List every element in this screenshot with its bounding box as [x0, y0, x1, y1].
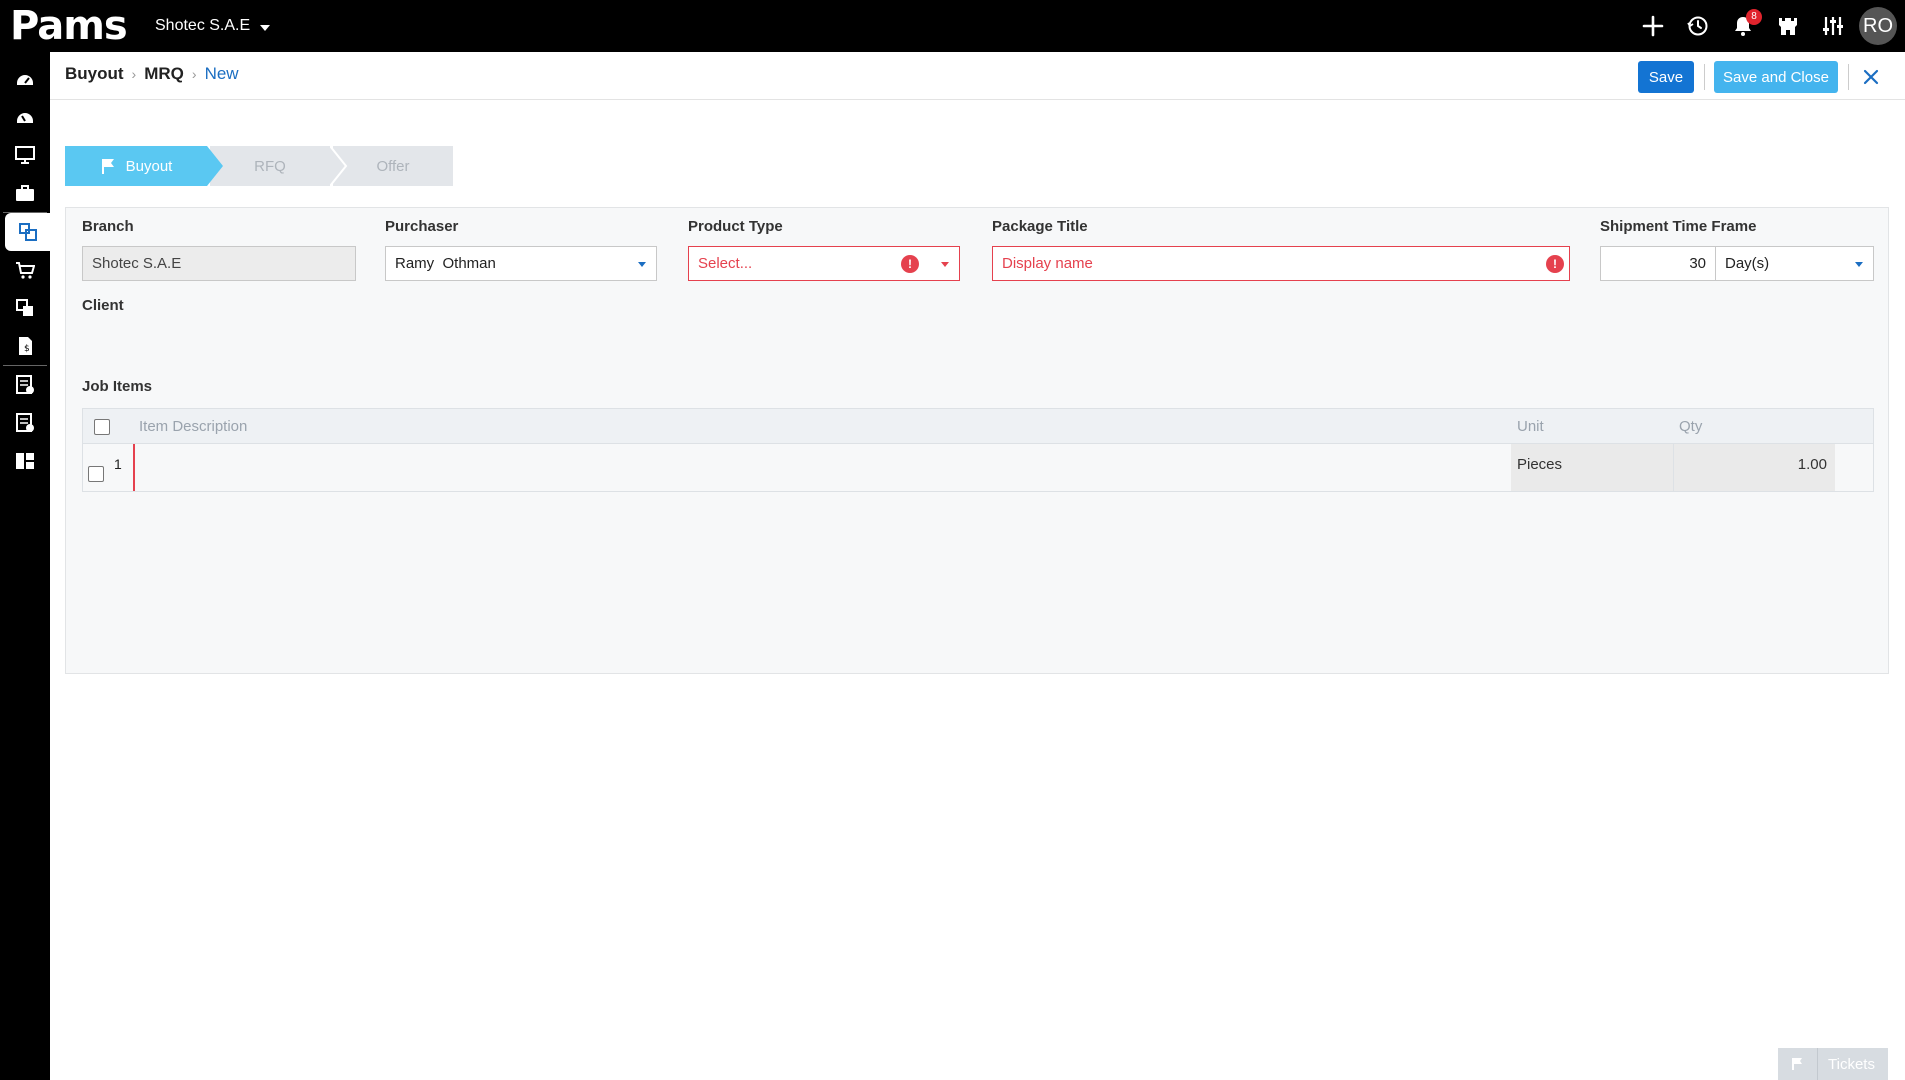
tickets-label: Tickets	[1828, 1055, 1875, 1073]
dashboard-icon[interactable]	[0, 60, 50, 98]
chevron-down-icon	[260, 25, 271, 31]
shipment-unit-select[interactable]: Day(s)	[1715, 246, 1874, 281]
row-index: 1	[114, 456, 122, 472]
plus-icon[interactable]	[1630, 0, 1675, 52]
chevron-down-icon	[941, 262, 949, 267]
flag-icon	[1778, 1048, 1818, 1080]
package-title-input[interactable]: Display name !	[992, 246, 1570, 281]
breadcrumb: Buyout › MRQ › New	[65, 64, 239, 84]
breadcrumb-current: New	[204, 64, 239, 83]
error-icon: !	[1546, 255, 1564, 273]
gauge-icon[interactable]	[0, 98, 50, 136]
step-rfq[interactable]: RFQ	[210, 146, 330, 186]
branch-field: Shotec S.A.E	[82, 246, 356, 281]
product-type-placeholder: Select...	[698, 255, 753, 272]
product-type-select[interactable]: Select... !	[688, 246, 960, 281]
step-offer[interactable]: Offer	[333, 146, 453, 186]
bell-icon[interactable]: 8	[1720, 0, 1765, 52]
unit-cell[interactable]: Pieces	[1511, 444, 1673, 491]
shipment-duration-input[interactable]: 30	[1600, 246, 1716, 281]
header-divider	[1704, 64, 1705, 90]
step-label: Buyout	[125, 157, 173, 175]
chevron-down-icon	[638, 262, 646, 267]
package-title-placeholder: Display name	[1002, 255, 1093, 272]
branch-label: Branch	[82, 218, 134, 235]
column-qty: Qty	[1679, 418, 1703, 435]
purchaser-label: Purchaser	[385, 218, 459, 235]
app-logo-text: Pams	[10, 3, 128, 49]
top-bar: Pams Shotec S.A.E 8 RO	[0, 0, 1905, 52]
report-icon[interactable]	[0, 404, 50, 442]
cart-icon[interactable]	[0, 251, 50, 289]
avatar-initials: RO	[1863, 14, 1893, 37]
column-item-description: Item Description	[139, 418, 248, 435]
purchaser-value: Ramy Othman	[395, 255, 496, 272]
step-arrow	[207, 146, 223, 186]
sliders-icon[interactable]	[1810, 0, 1855, 52]
job-items-table: Item Description Unit Qty 1 Pieces 1.00	[82, 408, 1874, 492]
error-icon: !	[901, 255, 919, 273]
shipment-duration-value: 30	[1689, 255, 1706, 272]
close-icon[interactable]	[1858, 64, 1884, 90]
qty-cell[interactable]: 1.00	[1673, 444, 1835, 491]
buyout-icon[interactable]	[5, 213, 50, 251]
product-type-label: Product Type	[688, 218, 783, 235]
avatar[interactable]: RO	[1859, 7, 1897, 45]
column-unit: Unit	[1517, 418, 1544, 435]
purchaser-select[interactable]: Ramy Othman	[385, 246, 657, 281]
mrq-form: Branch Shotec S.A.E Purchaser Ramy Othma…	[65, 207, 1889, 674]
step-label: Offer	[376, 157, 410, 175]
notification-badge: 8	[1746, 9, 1762, 25]
documents-icon[interactable]	[0, 289, 50, 327]
castle-icon[interactable]	[1765, 0, 1810, 52]
chevron-down-icon	[1855, 262, 1863, 267]
company-name: Shotec S.A.E	[155, 17, 251, 34]
history-icon[interactable]	[1675, 0, 1720, 52]
client-label: Client	[82, 297, 124, 314]
item-description-cell[interactable]	[135, 444, 1511, 491]
job-items-label: Job Items	[82, 378, 153, 395]
invoice-icon[interactable]: $	[0, 327, 50, 365]
workflow-stepper: Buyout RFQ Offer	[65, 146, 453, 186]
table-header: Item Description Unit Qty	[82, 408, 1874, 444]
step-buyout[interactable]: Buyout	[65, 146, 207, 186]
flag-icon	[101, 159, 114, 174]
top-actions: 8 RO	[1630, 0, 1905, 52]
checklist-icon[interactable]	[0, 366, 50, 404]
step-label: RFQ	[254, 157, 286, 175]
monitor-icon[interactable]	[0, 136, 50, 174]
shipment-unit-value: Day(s)	[1725, 255, 1770, 272]
table-row: 1 Pieces 1.00	[82, 444, 1874, 492]
svg-text:$: $	[24, 344, 30, 354]
select-all-checkbox[interactable]	[94, 419, 110, 435]
row-checkbox[interactable]	[88, 466, 104, 482]
briefcase-icon[interactable]	[0, 174, 50, 212]
company-switcher[interactable]: Shotec S.A.E	[155, 17, 271, 35]
package-title-label: Package Title	[992, 218, 1088, 235]
chevron-right-icon: ›	[131, 66, 137, 82]
save-button[interactable]: Save	[1638, 61, 1694, 93]
page-header: Buyout › MRQ › New Save Save and Close	[50, 52, 1905, 100]
breadcrumb-buyout[interactable]: Buyout	[65, 64, 124, 84]
sidebar: $	[0, 52, 50, 1080]
shipment-time-frame-label: Shipment Time Frame	[1600, 218, 1757, 235]
header-divider	[1848, 64, 1849, 90]
chevron-right-icon: ›	[191, 66, 197, 82]
breadcrumb-mrq[interactable]: MRQ	[144, 64, 184, 84]
grid-icon[interactable]	[0, 442, 50, 480]
branch-value: Shotec S.A.E	[92, 255, 182, 272]
save-and-close-button[interactable]: Save and Close	[1714, 61, 1838, 93]
tickets-button[interactable]: Tickets	[1778, 1048, 1888, 1080]
step-arrow	[330, 146, 348, 186]
app-logo[interactable]: Pams	[10, 3, 128, 49]
